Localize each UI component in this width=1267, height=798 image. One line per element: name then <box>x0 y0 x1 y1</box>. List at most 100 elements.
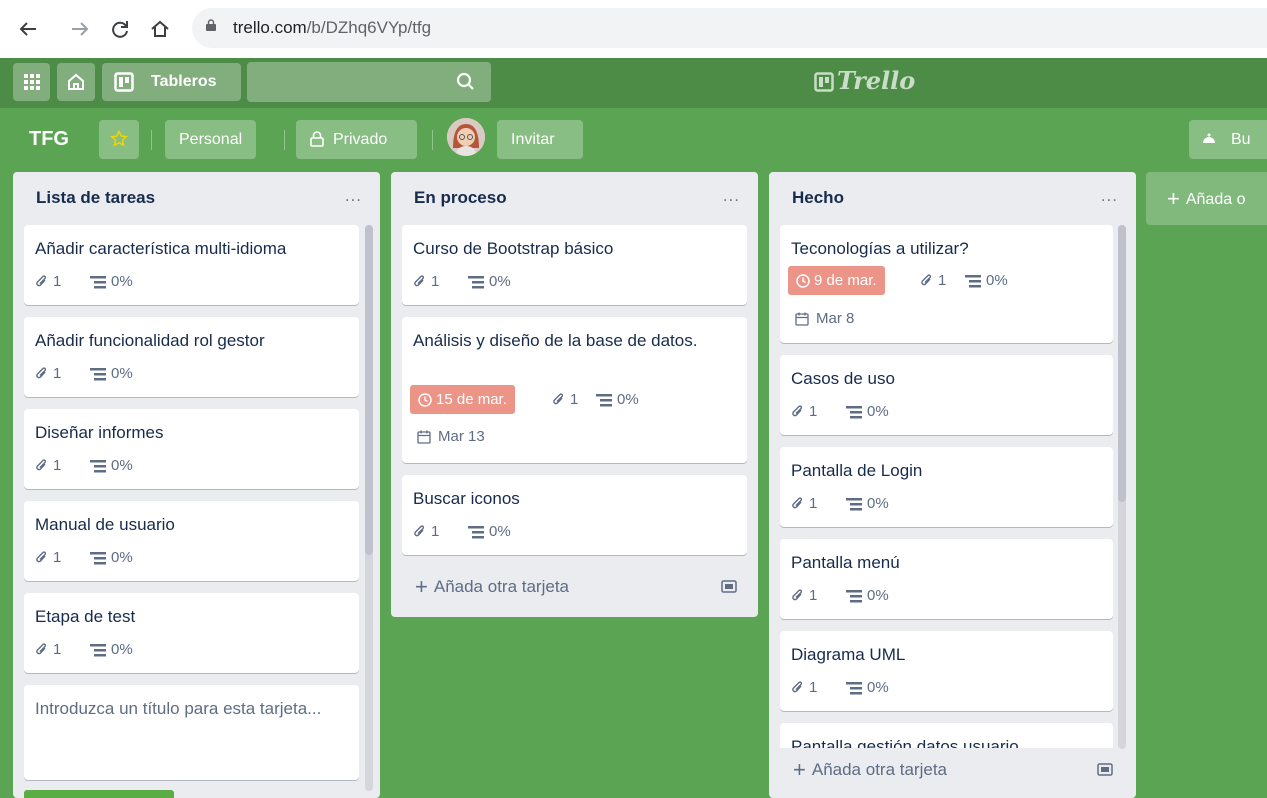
list-menu-button[interactable]: ... <box>1101 186 1118 206</box>
trello-logo-icon <box>814 72 834 92</box>
attachment-badge: 1 <box>791 585 817 607</box>
scroll-thumb[interactable] <box>1118 225 1126 502</box>
board-title[interactable]: TFG <box>29 128 69 151</box>
checklist-icon <box>468 526 484 539</box>
card[interactable]: Añadir funcionalidad rol gestor 1 0% <box>24 317 359 397</box>
attachment-badge: 1 <box>552 389 578 411</box>
attachment-badge: 1 <box>35 455 61 477</box>
add-card-button[interactable]: + Añada otra tarjeta <box>415 574 569 600</box>
checklist-badge: 0% <box>468 521 511 543</box>
paperclip-icon <box>921 274 932 286</box>
checklist-progress: 0% <box>867 587 889 604</box>
card[interactable]: Curso de Bootstrap básico 1 0% <box>402 225 747 305</box>
add-list-button[interactable]: + Añada o <box>1146 172 1267 225</box>
due-date-badge[interactable]: 15 de mar. <box>410 385 515 414</box>
card[interactable]: Buscar iconos 1 0% <box>402 475 747 555</box>
team-button[interactable]: Personal <box>165 120 257 159</box>
start-date-text: Mar 13 <box>438 428 485 445</box>
card[interactable]: Análisis y diseño de la base de datos. 1… <box>402 317 747 463</box>
search-icon <box>456 72 474 90</box>
card-template-icon[interactable] <box>721 579 737 595</box>
member-avatar-image <box>447 118 485 156</box>
list-title[interactable]: En proceso <box>414 188 507 208</box>
checklist-badge: 0% <box>90 271 133 293</box>
list-scrollbar[interactable] <box>1118 225 1126 749</box>
url-host: trello.com <box>233 18 307 37</box>
card-title: Diseñar informes <box>35 423 164 442</box>
butler-icon <box>1202 133 1216 144</box>
checklist-badge: 0% <box>90 547 133 569</box>
reload-icon[interactable] <box>107 14 133 44</box>
visibility-label: Privado <box>333 131 388 148</box>
start-date: Mar 13 <box>417 428 485 445</box>
trello-logo[interactable]: Trello <box>814 66 915 95</box>
visibility-button[interactable]: Privado <box>296 120 417 159</box>
home-icon[interactable] <box>147 14 173 44</box>
checklist-icon <box>90 368 106 381</box>
card-composer-input[interactable]: Introduzca un título para esta tarjeta..… <box>24 685 359 780</box>
add-card-button[interactable]: + Añada otra tarjeta <box>793 757 947 783</box>
star-button[interactable] <box>99 120 139 159</box>
list-menu-button[interactable]: ... <box>723 186 740 206</box>
due-date-badge[interactable]: 9 de mar. <box>788 266 885 295</box>
card[interactable]: Pantalla menú 1 0% <box>780 539 1113 619</box>
butler-button[interactable]: Bu <box>1189 120 1267 159</box>
list-scrollbar[interactable] <box>365 225 373 791</box>
start-date-text: Mar 8 <box>816 310 855 327</box>
card[interactable]: Pantalla gestión datos usuario <box>780 723 1113 748</box>
card-template-icon[interactable] <box>1097 762 1113 778</box>
paperclip-icon <box>792 405 803 417</box>
checklist-badge: 0% <box>90 363 133 385</box>
card[interactable]: Diagrama UML 1 0% <box>780 631 1113 711</box>
invite-button[interactable]: Invitar <box>497 120 583 159</box>
home-button[interactable] <box>57 63 95 101</box>
composer-placeholder: Introduzca un título para esta tarjeta..… <box>35 699 322 718</box>
checklist-badge: 0% <box>90 455 133 477</box>
attachment-badge: 1 <box>920 270 946 292</box>
grid-icon <box>24 74 40 90</box>
paperclip-icon <box>553 393 564 405</box>
checklist-progress: 0% <box>111 549 133 566</box>
card-title: Manual de usuario <box>35 515 175 534</box>
attachment-badge: 1 <box>791 493 817 515</box>
paperclip-icon <box>792 681 803 693</box>
card-title: Buscar iconos <box>413 489 520 508</box>
boards-button[interactable]: Tableros <box>102 63 241 101</box>
calendar-icon <box>795 312 809 326</box>
list-title[interactable]: Lista de tareas <box>36 188 155 208</box>
list-title[interactable]: Hecho <box>792 188 844 208</box>
card[interactable]: Casos de uso 1 0% <box>780 355 1113 435</box>
plus-icon: + <box>793 757 806 782</box>
card-clip: Pantalla gestión datos usuario <box>780 723 1113 748</box>
scroll-thumb[interactable] <box>365 225 373 555</box>
star-icon <box>110 130 128 147</box>
start-date: Mar 8 <box>795 310 854 327</box>
apps-button[interactable] <box>13 63 50 101</box>
attachment-badge: 1 <box>35 547 61 569</box>
avatar[interactable] <box>447 118 485 156</box>
card[interactable]: Diseñar informes 1 0% <box>24 409 359 489</box>
card-title: Pantalla menú <box>791 553 900 572</box>
checklist-icon <box>468 276 484 289</box>
add-list-label: Añada o <box>1185 191 1246 208</box>
clock-icon <box>796 274 810 288</box>
card-title: Casos de uso <box>791 369 895 388</box>
address-bar[interactable]: trello.com/b/DZhq6VYp/tfg <box>192 8 1267 48</box>
checklist-progress: 0% <box>111 273 133 290</box>
card[interactable]: Manual de usuario 1 0% <box>24 501 359 581</box>
checklist-badge: 0% <box>596 389 639 411</box>
checklist-badge: 0% <box>846 677 889 699</box>
arrow-left-icon[interactable] <box>15 14 41 44</box>
card[interactable]: Teconologías a utilizar? 9 de mar. 1 0% … <box>780 225 1113 343</box>
board-header: TFG Personal Privado Invitar Bu <box>0 108 1267 170</box>
add-card-submit-button[interactable] <box>24 790 174 798</box>
arrow-right-icon[interactable] <box>67 14 93 44</box>
card[interactable]: Etapa de test 1 0% <box>24 593 359 673</box>
card[interactable]: Añadir característica multi-idioma 1 0% <box>24 225 359 305</box>
search-input[interactable] <box>247 62 491 102</box>
list-menu-button[interactable]: ... <box>345 186 362 206</box>
card[interactable]: Pantalla de Login 1 0% <box>780 447 1113 527</box>
checklist-progress: 0% <box>867 679 889 696</box>
checklist-icon <box>90 276 106 289</box>
plus-icon: + <box>1167 186 1180 211</box>
